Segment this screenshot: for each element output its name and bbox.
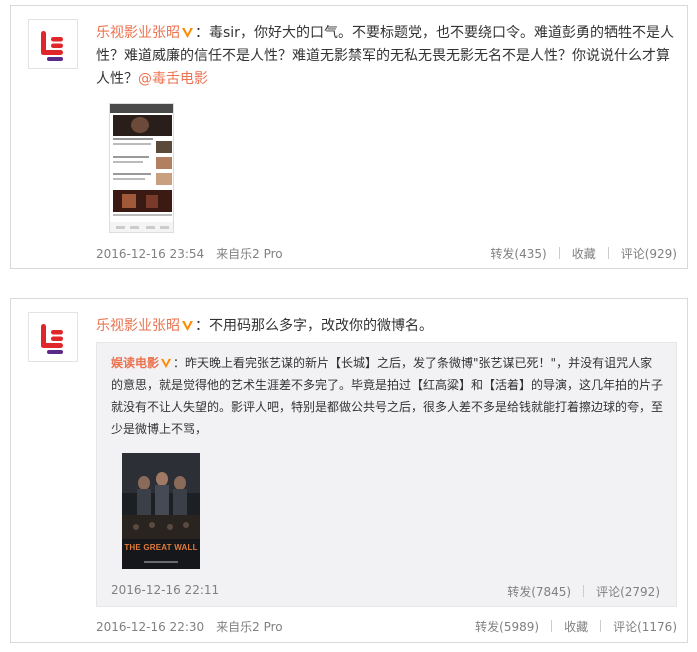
avatar[interactable]: [28, 19, 78, 69]
post-source[interactable]: 来自乐2 Pro: [216, 620, 283, 634]
favorite-button[interactable]: 收藏: [572, 247, 596, 261]
repost-text: 娱读电影 ：昨天晚上看完张艺谋的新片【长城】之后，发了条微博"张艺谋已死！"，并没…: [111, 352, 664, 440]
timestamp[interactable]: 2016-12-16 22:30: [96, 620, 204, 634]
divider: [558, 247, 560, 259]
post-meta: 2016-12-16 22:30 来自乐2 Pro: [96, 618, 283, 635]
divider: [607, 247, 609, 259]
screenshot-image: [110, 104, 173, 232]
repost-meta: 2016-12-16 22:11: [111, 583, 219, 597]
post-source[interactable]: 来自乐2 Pro: [216, 247, 283, 261]
verified-v-icon: [182, 28, 193, 38]
repost-comment-button[interactable]: 评论(2792): [596, 585, 660, 599]
author-name[interactable]: 乐视影业张昭: [96, 318, 180, 334]
favorite-button[interactable]: 收藏: [564, 620, 588, 634]
post-text: 乐视影业张昭 ：毒sir，你好大的口气。不要标题党，也不要绕口令。难道彭勇的牺牲不…: [96, 22, 675, 91]
post-meta: 2016-12-16 23:54 来自乐2 Pro: [96, 245, 283, 262]
repost-body: 昨天晚上看完张艺谋的新片【长城】之后，发了条微博"张艺谋已死！"，并没有诅咒人家…: [111, 356, 664, 436]
repost-actions: 转发(7845) 评论(2792): [507, 583, 660, 600]
forward-button[interactable]: 转发(5989): [475, 620, 539, 634]
comment-button[interactable]: 评论(1176): [613, 620, 677, 634]
repost-timestamp[interactable]: 2016-12-16 22:11: [111, 583, 219, 597]
post-body: 不用码那么多字，改改你的微博名。: [209, 318, 433, 334]
post-actions: 转发(5989) 收藏 评论(1176): [475, 618, 677, 635]
reposted-content: 娱读电影 ：昨天晚上看完张艺谋的新片【长城】之后，发了条微博"张艺谋已死！"，并没…: [96, 342, 677, 607]
author-name[interactable]: 乐视影业张昭: [96, 25, 180, 41]
divider: [551, 620, 553, 632]
verified-v-icon: [160, 358, 172, 369]
comment-button[interactable]: 评论(929): [621, 247, 677, 261]
repost-forward-button[interactable]: 转发(7845): [507, 585, 571, 599]
divider: [583, 585, 585, 597]
post-actions: 转发(435) 收藏 评论(929): [490, 245, 677, 262]
repost-author-name[interactable]: 娱读电影: [111, 356, 159, 370]
weibo-post-card: 乐视影业张昭 ：毒sir，你好大的口气。不要标题党，也不要绕口令。难道彭勇的牺牲不…: [10, 5, 688, 269]
poster-title: THE GREAT WALL: [124, 543, 198, 552]
movie-poster-image[interactable]: THE GREAT WALL: [122, 453, 200, 569]
verified-v-icon: [182, 321, 193, 331]
colon: ：: [195, 318, 209, 334]
letv-logo-icon: [41, 31, 63, 61]
forward-button[interactable]: 转发(435): [490, 247, 546, 261]
mention-link[interactable]: @毒舌电影: [138, 71, 208, 87]
divider: [600, 620, 602, 632]
colon: ：: [173, 356, 186, 370]
colon: ：: [195, 25, 209, 41]
weibo-post-card: 乐视影业张昭 ：不用码那么多字，改改你的微博名。 娱读电影 ：昨天晚上看完张艺谋的新…: [10, 298, 688, 643]
letv-logo-icon: [41, 324, 63, 354]
avatar[interactable]: [28, 312, 78, 362]
timestamp[interactable]: 2016-12-16 23:54: [96, 247, 204, 261]
attached-screenshot-thumbnail[interactable]: [109, 103, 174, 233]
post-text: 乐视影业张昭 ：不用码那么多字，改改你的微博名。: [96, 315, 675, 338]
